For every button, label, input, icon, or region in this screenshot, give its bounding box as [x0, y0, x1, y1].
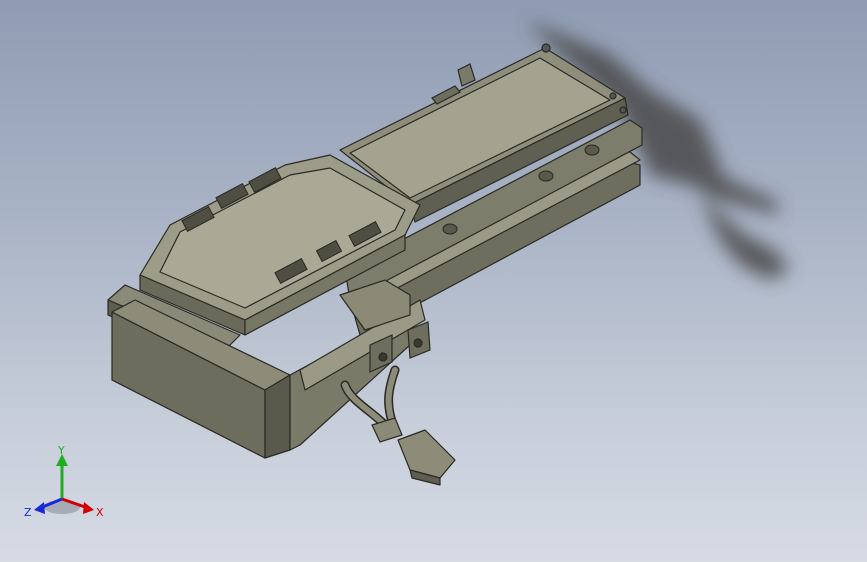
graphics-viewport[interactable]: Y X Z [0, 0, 867, 562]
model-shadow [525, 20, 790, 280]
cad-model-linear-actuator[interactable] [0, 0, 867, 562]
y-axis-label: Y [57, 444, 65, 457]
axis-triad: Y X Z [24, 444, 104, 519]
cable-connector [371, 417, 456, 486]
z-axis-label: Z [24, 506, 32, 519]
x-axis-label: X [96, 506, 104, 519]
